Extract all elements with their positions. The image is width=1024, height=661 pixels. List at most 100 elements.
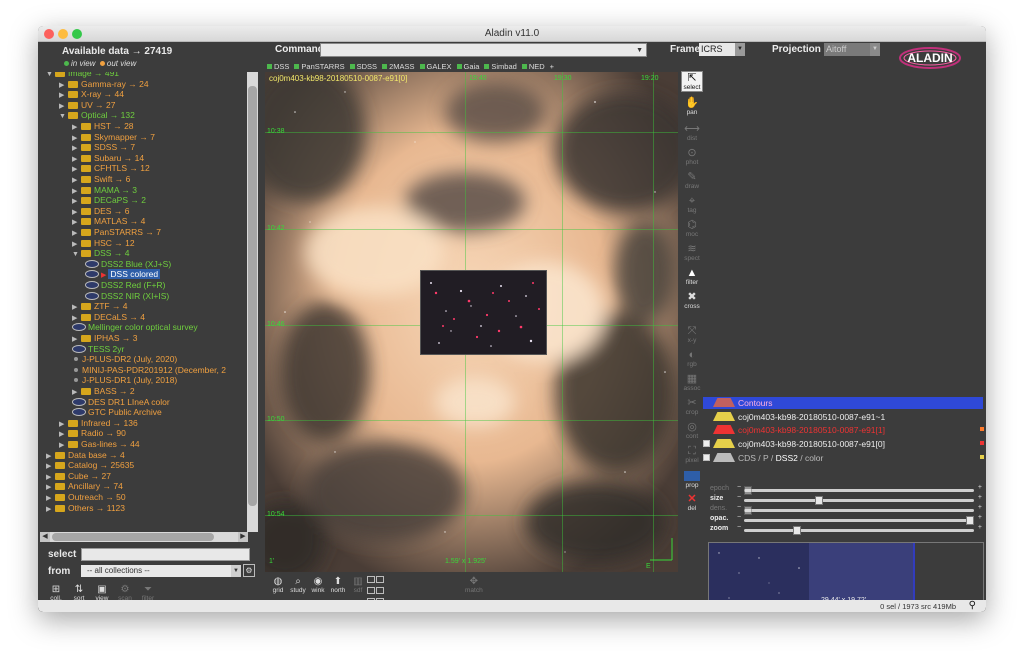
cross-tool[interactable]: ✖ cross (681, 291, 703, 310)
draw-tool[interactable]: ✎ draw (681, 171, 703, 190)
wink-button[interactable]: ◉ wink (308, 576, 328, 594)
prop-tool[interactable]: prop (681, 471, 703, 489)
expand-arrow-icon[interactable]: ▼ (72, 249, 81, 260)
opac-slider[interactable]: opac. − + (710, 514, 986, 525)
select-tool[interactable]: ⇱ select (681, 71, 703, 92)
slider-knob[interactable] (744, 486, 752, 495)
stack-plane[interactable]: coj0m403-kb98-20180510-0087-e91[0] (703, 438, 984, 450)
tree-node[interactable]: ▶ HSC → 12 (72, 238, 135, 249)
tree-node[interactable]: ▶ Infrared → 136 (59, 418, 138, 429)
slider-plus-icon[interactable]: + (978, 484, 982, 491)
tree-node[interactable]: ▶ Skymapper → 7 (72, 132, 155, 143)
slider-track[interactable] (744, 526, 974, 535)
plane-visibility-checkbox[interactable] (703, 454, 710, 461)
tree-node[interactable]: MINIJ-PAS-PDR201912 (December, 2 (72, 365, 226, 376)
tree-node[interactable]: ▶ PanSTARRS → 7 (72, 227, 161, 238)
tree-node[interactable]: ▶ DES → 6 (72, 206, 129, 217)
collections-dropdown[interactable]: -- all collections -- ▼ (81, 565, 241, 577)
overlay-image[interactable] (420, 270, 547, 355)
slider-track[interactable] (744, 516, 974, 525)
slider-minus-icon[interactable]: − (737, 484, 741, 491)
cont-tool[interactable]: ◎ cont (681, 421, 703, 440)
tree-node[interactable]: ▶ Subaru → 14 (72, 153, 144, 164)
tree-node[interactable]: ▶ Cube → 27 (46, 471, 111, 482)
study-button[interactable]: ⌕ study (288, 576, 308, 594)
tree-node[interactable]: ▶ ZTF → 4 (72, 301, 128, 312)
frame-select[interactable]: ICRS ▼ (699, 43, 745, 56)
slider-track[interactable] (744, 486, 974, 495)
tree-node[interactable]: DES DR1 LIneA color (72, 397, 170, 408)
slider-plus-icon[interactable]: + (978, 524, 982, 531)
tree-node[interactable]: ▶ CFHTLS → 12 (72, 163, 150, 174)
tree-node[interactable]: DSS2 NIR (XI+IS) (85, 291, 169, 302)
slider-knob[interactable] (966, 516, 974, 525)
tree-node[interactable]: ▶ Gamma-ray → 24 (59, 79, 149, 90)
pixel-tool[interactable]: ⛶ pixel (681, 445, 703, 464)
tree-node[interactable]: ▶ IPHAS → 3 (72, 333, 137, 344)
expand-arrow-icon[interactable]: ▼ (46, 72, 55, 80)
slider-plus-icon[interactable]: + (978, 514, 982, 521)
tree-node[interactable]: ▶ SDSS → 7 (72, 142, 135, 153)
command-input[interactable]: ▼ (320, 43, 647, 57)
survey-shortcut[interactable]: Gaia (456, 62, 479, 71)
match-button[interactable]: ✥ match (465, 576, 483, 594)
plane-visibility-checkbox[interactable] (703, 440, 710, 447)
grid-button[interactable]: ◍ grid (268, 576, 288, 594)
collection-settings-icon[interactable]: ⚙ (243, 564, 255, 577)
add-shortcut-icon[interactable]: + (550, 62, 554, 71)
expand-arrow-icon[interactable]: ▼ (59, 111, 68, 122)
tree-node[interactable]: TESS 2yr (72, 344, 124, 355)
slider-track[interactable] (744, 506, 974, 515)
tree-node[interactable]: ▼ DSS → 4 (72, 248, 129, 259)
tree-node[interactable]: ▶ Data base → 4 (46, 450, 125, 461)
survey-shortcut[interactable]: SDSS (349, 62, 377, 71)
stack-plane[interactable]: coj0m403-kb98-20180510-0087-e91~1 (703, 411, 885, 423)
survey-shortcut[interactable]: GALEX (419, 62, 452, 71)
collapse-arrow-icon[interactable]: ▶ (46, 504, 55, 515)
tree-node[interactable]: ▶ Ancillary → 74 (46, 481, 123, 492)
survey-shortcut[interactable]: PanSTARRS (294, 62, 345, 71)
tree-node[interactable]: ▶ DECaPS → 2 (72, 195, 146, 206)
tree-node[interactable]: ▶ DSS colored (85, 269, 161, 280)
north-button[interactable]: ⬆ north (328, 576, 348, 594)
tag-tool[interactable]: ⌖ tag (681, 195, 703, 214)
slider-track[interactable] (744, 496, 974, 505)
filter-tool[interactable]: ▲ filter (681, 267, 703, 286)
stack-plane[interactable]: Contours (703, 397, 983, 409)
tree-scroll-thumb[interactable] (248, 86, 257, 506)
tree-node[interactable]: ▶ UV → 27 (59, 100, 116, 111)
tree-node[interactable]: ▼ Optical → 132 (59, 110, 135, 121)
data-tree[interactable]: ▼ Image → 491 ▶ Gamma-ray → 24 ▶ X-ray → 44 ▶ U… (40, 72, 248, 527)
survey-shortcut[interactable]: + (550, 62, 554, 71)
tree-node[interactable]: J-PLUS-DR2 (July, 2020) (72, 354, 177, 365)
tree-node[interactable]: DSS2 Red (F+R) (85, 280, 165, 291)
chevron-down-icon[interactable]: ▼ (636, 44, 643, 57)
tree-node[interactable]: ▶ HST → 28 (72, 121, 134, 132)
tree-hscroll-thumb[interactable] (52, 533, 214, 541)
slider-minus-icon[interactable]: − (737, 494, 741, 501)
slider-minus-icon[interactable]: − (737, 514, 741, 521)
epoch-slider[interactable]: epoch − + (710, 484, 986, 495)
tree-node[interactable]: Mellinger color optical survey (72, 322, 198, 333)
tree-node[interactable]: ▶ Radio → 90 (59, 428, 126, 439)
slider-knob[interactable] (815, 496, 823, 505)
assoc-tool[interactable]: ▦ assoc (681, 373, 703, 392)
tree-node[interactable]: ▶ BASS → 2 (72, 386, 135, 397)
survey-shortcut[interactable]: 2MASS (382, 62, 415, 71)
stack-plane[interactable]: CDS / P / DSS2 / color (703, 452, 984, 464)
tree-node[interactable]: DSS2 Blue (XJ+S) (85, 259, 171, 270)
tree-node[interactable]: ▶ DECaLS → 4 (72, 312, 145, 323)
crop-tool[interactable]: ✂ crop (681, 397, 703, 416)
del-tool[interactable]: ✕ del (681, 493, 703, 512)
slider-knob[interactable] (793, 526, 801, 535)
zoom-slider[interactable]: zoom − + (710, 524, 986, 535)
size-slider[interactable]: size − + (710, 494, 986, 505)
dens-slider[interactable]: dens. − + (710, 504, 986, 515)
slider-minus-icon[interactable]: − (737, 504, 741, 511)
survey-shortcut[interactable]: DSS (267, 62, 289, 71)
dist-tool[interactable]: ⟷ dist (681, 123, 703, 142)
tree-vertical-scrollbar[interactable] (247, 72, 258, 532)
tree-horizontal-scrollbar[interactable]: ◀ ▶ (40, 532, 248, 542)
tree-node[interactable]: ▶ MATLAS → 4 (72, 216, 145, 227)
tree-node[interactable]: ▶ X-ray → 44 (59, 89, 124, 100)
